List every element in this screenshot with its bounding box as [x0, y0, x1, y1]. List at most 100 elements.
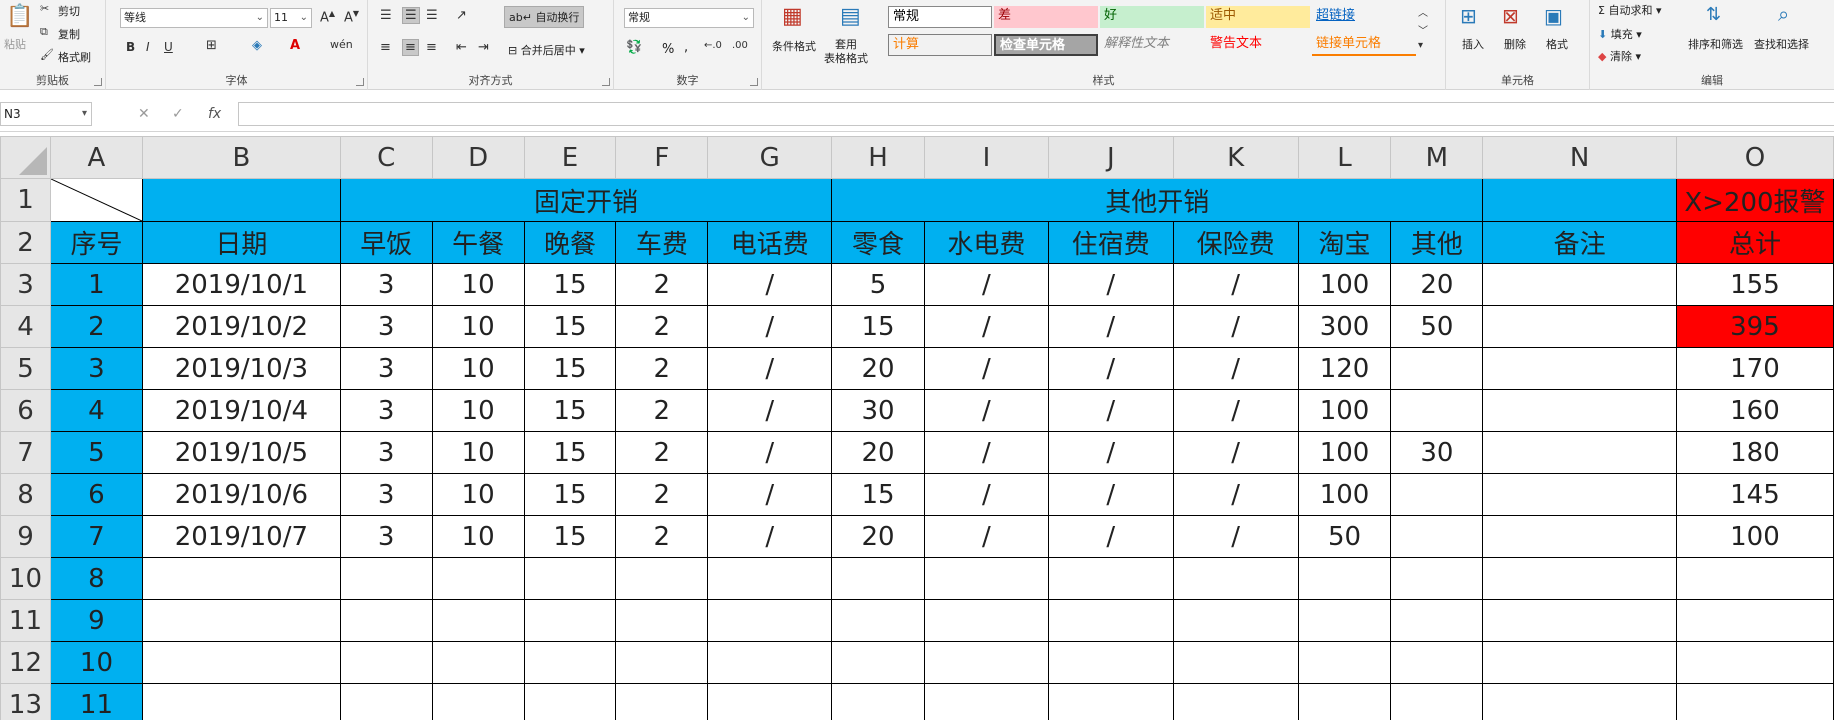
column-header[interactable]: G	[707, 136, 833, 179]
cell[interactable]: 100	[1297, 431, 1392, 474]
diagonal-header-cell[interactable]	[49, 178, 143, 222]
cell[interactable]: 2	[615, 347, 709, 390]
cell[interactable]: 3	[339, 473, 433, 516]
cell[interactable]: 10	[431, 305, 525, 348]
cell[interactable]	[1482, 473, 1677, 516]
column-header[interactable]: B	[141, 136, 341, 179]
column-header[interactable]: H	[831, 136, 925, 179]
cell[interactable]	[1172, 683, 1299, 720]
column-header[interactable]: N	[1482, 136, 1677, 179]
cell[interactable]: /	[1047, 431, 1174, 474]
index-cell[interactable]: 5	[49, 431, 143, 474]
cell[interactable]: /	[1047, 263, 1174, 306]
cell[interactable]: 2019/10/7	[141, 515, 341, 558]
cell[interactable]	[831, 599, 925, 642]
cell[interactable]	[615, 599, 709, 642]
currency-icon[interactable]: 💱	[626, 40, 642, 55]
cell[interactable]	[1675, 683, 1834, 720]
cell[interactable]: 15	[523, 515, 617, 558]
cell[interactable]: /	[1172, 389, 1299, 432]
indent-decrease-icon[interactable]: ⇤	[456, 40, 467, 55]
cell[interactable]: /	[1047, 473, 1174, 516]
cell[interactable]	[1482, 599, 1677, 642]
cell[interactable]: 2	[615, 305, 709, 348]
font-launcher-icon[interactable]	[356, 78, 364, 86]
cell[interactable]	[1390, 641, 1484, 684]
cell[interactable]	[523, 683, 617, 720]
cell[interactable]	[1675, 557, 1834, 600]
cell[interactable]	[1390, 557, 1484, 600]
sort-filter-button[interactable]: 排序和筛选	[1688, 36, 1743, 52]
cell[interactable]: /	[707, 347, 833, 390]
cell[interactable]	[1172, 557, 1299, 600]
cell[interactable]	[707, 683, 833, 720]
cell[interactable]	[1482, 641, 1677, 684]
cancel-icon[interactable]: ✕	[138, 106, 150, 122]
indent-increase-icon[interactable]: ⇥	[478, 40, 489, 55]
column-header[interactable]: K	[1172, 136, 1299, 179]
cell[interactable]	[1172, 599, 1299, 642]
copy-button[interactable]: 复制	[58, 26, 80, 42]
cell[interactable]: 15	[523, 431, 617, 474]
column-title-cell[interactable]: 其他	[1390, 221, 1484, 264]
cell[interactable]: /	[707, 389, 833, 432]
row-header[interactable]: 11	[0, 599, 51, 642]
cell[interactable]	[431, 683, 525, 720]
column-title-cell[interactable]: 淘宝	[1297, 221, 1392, 264]
enter-icon[interactable]: ✓	[172, 106, 184, 122]
row-header[interactable]: 12	[0, 641, 51, 684]
cell[interactable]: /	[924, 263, 1049, 306]
cell[interactable]	[707, 557, 833, 600]
cell[interactable]: /	[707, 515, 833, 558]
cell[interactable]	[1675, 599, 1834, 642]
cell[interactable]: /	[707, 263, 833, 306]
cut-button[interactable]: 剪切	[58, 3, 80, 19]
cell[interactable]: /	[1047, 515, 1174, 558]
column-header[interactable]: J	[1047, 136, 1174, 179]
select-all-corner[interactable]	[0, 136, 51, 179]
cell[interactable]	[1482, 263, 1677, 306]
cell[interactable]: /	[1172, 263, 1299, 306]
cell[interactable]: 10	[431, 431, 525, 474]
column-title-cell[interactable]: 住宿费	[1047, 221, 1174, 264]
gallery-more-icon[interactable]: ▾	[1418, 40, 1423, 51]
cell[interactable]	[1390, 473, 1484, 516]
row-header[interactable]: 1	[0, 178, 51, 222]
cell[interactable]	[831, 557, 925, 600]
phonetic-icon[interactable]: wén	[330, 38, 353, 51]
column-title-cell[interactable]: 序号	[49, 221, 143, 264]
cell[interactable]: /	[1172, 473, 1299, 516]
row-header[interactable]: 6	[0, 389, 51, 432]
cell[interactable]: /	[1172, 347, 1299, 390]
row-header[interactable]: 5	[0, 347, 51, 390]
cell[interactable]: 30	[831, 389, 925, 432]
underline-button[interactable]: U	[164, 40, 173, 54]
cell[interactable]	[1390, 599, 1484, 642]
column-title-cell[interactable]: 电话费	[707, 221, 833, 264]
cell-style-item[interactable]: 适中	[1206, 6, 1310, 28]
cell[interactable]: 160	[1675, 389, 1834, 432]
cell[interactable]: 10	[431, 347, 525, 390]
align-center-icon[interactable]: ≡	[402, 39, 419, 56]
font-shrink-icon[interactable]: A▼	[344, 9, 359, 25]
clipboard-launcher-icon[interactable]	[94, 78, 102, 86]
cell[interactable]	[707, 641, 833, 684]
cell[interactable]	[1390, 347, 1484, 390]
cell[interactable]	[1297, 557, 1392, 600]
cell[interactable]	[1482, 389, 1677, 432]
cell[interactable]	[1047, 599, 1174, 642]
cell[interactable]	[339, 683, 433, 720]
conditional-format-button[interactable]: 条件格式	[772, 38, 816, 54]
cell[interactable]: 2	[615, 473, 709, 516]
column-header[interactable]: L	[1297, 136, 1392, 179]
cell-style-item[interactable]: 常规	[888, 6, 992, 28]
cell[interactable]	[1482, 178, 1677, 222]
cell[interactable]	[1482, 515, 1677, 558]
cell[interactable]: /	[707, 473, 833, 516]
cell[interactable]: /	[1172, 305, 1299, 348]
cell[interactable]: 145	[1675, 473, 1834, 516]
cell[interactable]	[1675, 641, 1834, 684]
cell[interactable]: /	[924, 515, 1049, 558]
delete-button[interactable]: 删除	[1504, 36, 1526, 52]
cell[interactable]: 155	[1675, 263, 1834, 306]
